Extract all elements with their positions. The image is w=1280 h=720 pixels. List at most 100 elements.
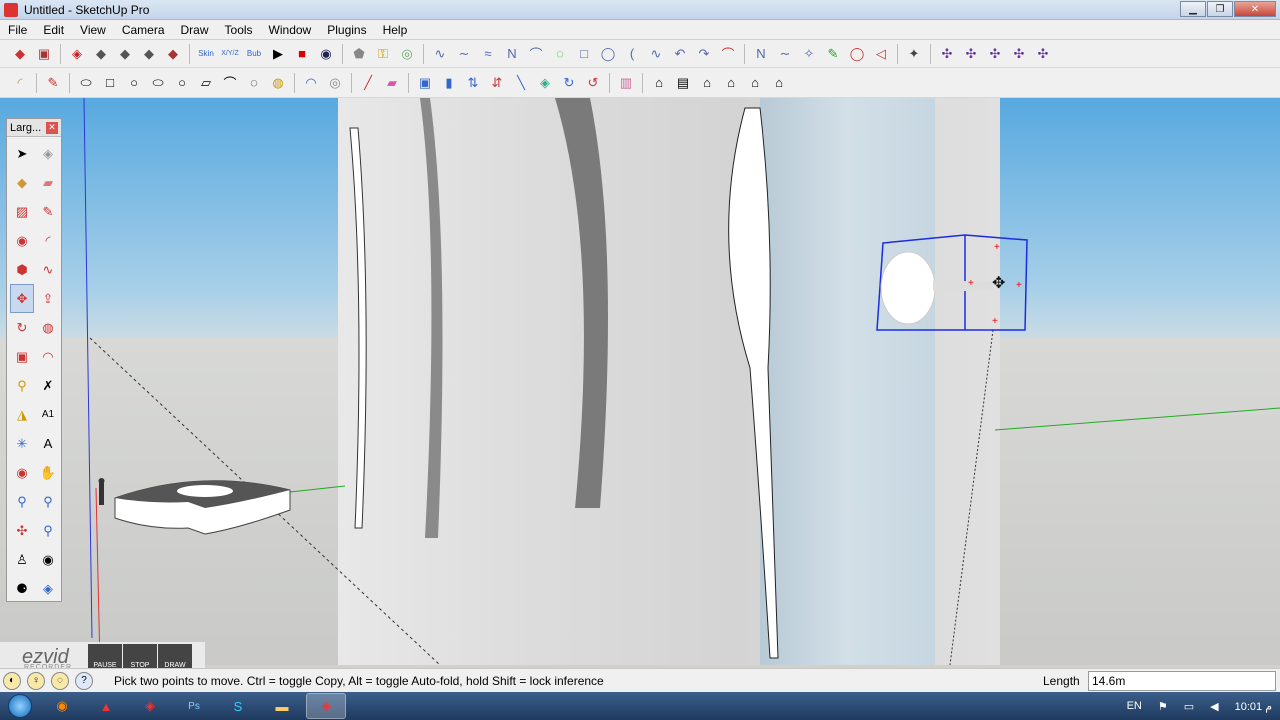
curve-icon[interactable]: ↶ xyxy=(670,44,690,64)
zoom-extents-icon[interactable]: ✣ xyxy=(10,516,34,545)
credits-icon[interactable]: ♀ xyxy=(27,671,45,690)
cube-icon[interactable]: ◆ xyxy=(91,44,111,64)
pushpull-icon[interactable]: ⇪ xyxy=(36,284,60,313)
skin-icon[interactable]: Skin xyxy=(196,44,216,64)
paint-bucket-icon[interactable]: ◆ xyxy=(10,168,34,197)
eraser-icon[interactable]: ▰ xyxy=(36,168,60,197)
key-icon[interactable]: ⚿ xyxy=(373,44,393,64)
bezier-icon[interactable]: ∿ xyxy=(430,44,450,64)
pencil-icon[interactable]: ✎ xyxy=(43,73,63,93)
menu-draw[interactable]: Draw xyxy=(173,23,217,37)
house-icon[interactable]: ⌂ xyxy=(745,73,765,93)
followme-icon[interactable]: ◍ xyxy=(36,313,60,342)
shape-icon[interactable]: □ xyxy=(100,73,120,93)
loop-icon[interactable]: ◎ xyxy=(325,73,345,93)
sprocket-icon[interactable]: ◯ xyxy=(847,44,867,64)
house-icon[interactable]: ⌂ xyxy=(769,73,789,93)
protractor-icon[interactable]: ◮ xyxy=(10,400,34,429)
palette-header[interactable]: Larg... ✕ xyxy=(7,119,61,137)
rotate-icon[interactable]: ↻ xyxy=(10,313,34,342)
wrench-icon[interactable]: ∼ xyxy=(775,44,795,64)
circle-icon[interactable]: ◌ xyxy=(550,44,570,64)
line-icon[interactable]: ( xyxy=(622,44,642,64)
palette-close-icon[interactable]: ✕ xyxy=(46,121,58,134)
shield-icon[interactable]: ⬟ xyxy=(349,44,369,64)
rotate-icon[interactable]: ↻ xyxy=(559,73,579,93)
play-icon[interactable]: ▶ xyxy=(268,44,288,64)
eraser-icon[interactable]: ▰ xyxy=(382,73,402,93)
slash-icon[interactable]: ╲ xyxy=(511,73,531,93)
shape-icon[interactable]: ○ xyxy=(172,73,192,93)
rotate-icon[interactable]: ◉ xyxy=(316,44,336,64)
orbit-icon[interactable]: ◉ xyxy=(10,458,34,487)
menu-edit[interactable]: Edit xyxy=(35,23,72,37)
close-button[interactable]: ✕ xyxy=(1234,1,1276,17)
ball-icon[interactable]: ◎ xyxy=(397,44,417,64)
scale-icon[interactable]: ▣ xyxy=(10,342,34,371)
shape-icon[interactable]: ○ xyxy=(124,73,144,93)
sphere-object[interactable] xyxy=(880,251,936,325)
curve-icon[interactable]: ≈ xyxy=(478,44,498,64)
sketchup-icon[interactable]: ◈ xyxy=(130,693,170,719)
house-icon[interactable]: ⌂ xyxy=(649,73,669,93)
circle-icon[interactable]: ✧ xyxy=(799,44,819,64)
grip-left-icon[interactable]: + xyxy=(968,278,974,289)
eraser-icon[interactable]: ╱ xyxy=(358,73,378,93)
previous-icon[interactable]: ⚲ xyxy=(36,516,60,545)
pan-icon[interactable]: ✋ xyxy=(36,458,60,487)
tray-monitor-icon[interactable]: ▭ xyxy=(1184,700,1194,713)
spline-icon[interactable]: ∼ xyxy=(454,44,474,64)
arrows-icon[interactable]: ⇅ xyxy=(463,73,483,93)
menu-tools[interactable]: Tools xyxy=(217,23,261,37)
plugin-icon[interactable]: ✣ xyxy=(937,44,957,64)
help-icon[interactable]: ? xyxy=(75,671,93,690)
ezvid-stop-button[interactable]: STOP xyxy=(123,644,157,670)
tape-measure-icon[interactable]: ⚲ xyxy=(10,371,34,400)
plugin-icon[interactable]: ✣ xyxy=(985,44,1005,64)
freehand-icon[interactable]: ∿ xyxy=(36,255,60,284)
shape-icon[interactable]: ◌ xyxy=(244,73,264,93)
measurements-input[interactable]: 14.6m xyxy=(1088,671,1276,691)
section-plane-icon[interactable]: ◈ xyxy=(36,574,60,603)
menu-camera[interactable]: Camera xyxy=(114,23,173,37)
plugin-icon[interactable]: ✣ xyxy=(1009,44,1029,64)
menu-plugins[interactable]: Plugins xyxy=(319,23,374,37)
ezvid-draw-button[interactable]: DRAW xyxy=(158,644,192,670)
tray-volume-icon[interactable]: ◀ xyxy=(1210,700,1218,713)
tray-flag-icon[interactable]: ⚑ xyxy=(1158,700,1168,713)
arc-icon[interactable]: ⌒ xyxy=(526,44,546,64)
arrows-icon[interactable]: ⇵ xyxy=(487,73,507,93)
menu-file[interactable]: File xyxy=(0,23,35,37)
shape-icon[interactable]: ▱ xyxy=(196,73,216,93)
cube-icon[interactable]: ◆ xyxy=(163,44,183,64)
rectangle-icon[interactable]: ▨ xyxy=(10,197,34,226)
curve-icon[interactable]: ∿ xyxy=(646,44,666,64)
dimension-icon[interactable]: ✗ xyxy=(36,371,60,400)
circle-icon[interactable]: ◉ xyxy=(10,226,34,255)
text-icon[interactable]: A1 xyxy=(36,400,60,429)
sketchup-active-icon[interactable]: ◈ xyxy=(306,693,346,719)
house-icon[interactable]: ⌂ xyxy=(697,73,717,93)
language-indicator[interactable]: EN xyxy=(1127,700,1142,712)
arc-icon[interactable]: ↷ xyxy=(694,44,714,64)
start-button[interactable] xyxy=(0,692,40,720)
folder-icon[interactable]: ▬ xyxy=(262,693,302,719)
firefox-icon[interactable]: ◉ xyxy=(42,693,82,719)
circle-icon[interactable]: □ xyxy=(574,44,594,64)
photoshop-icon[interactable]: Ps xyxy=(174,693,214,719)
skype-icon[interactable]: S xyxy=(218,693,258,719)
minimize-button[interactable]: ▁ xyxy=(1180,1,1206,17)
line-icon[interactable]: ✎ xyxy=(36,197,60,226)
house-icon[interactable]: ⌂ xyxy=(721,73,741,93)
modeling-viewport[interactable]: ✥ + + + + xyxy=(0,98,1280,665)
box-icon[interactable]: ◆ xyxy=(10,44,30,64)
grip-top-icon[interactable]: + xyxy=(994,242,1000,253)
account-icon[interactable]: ◌ xyxy=(51,671,69,690)
menu-window[interactable]: Window xyxy=(261,23,320,37)
polygon-icon[interactable]: ⬢ xyxy=(10,255,34,284)
xy-icon[interactable]: X/Y/Z xyxy=(220,44,240,64)
acrobat-icon[interactable]: ▲ xyxy=(86,693,126,719)
rotate-icon[interactable]: ↺ xyxy=(583,73,603,93)
shape-icon[interactable]: ⌒ xyxy=(220,73,240,93)
geolocation-icon[interactable]: ◐ xyxy=(3,671,21,690)
